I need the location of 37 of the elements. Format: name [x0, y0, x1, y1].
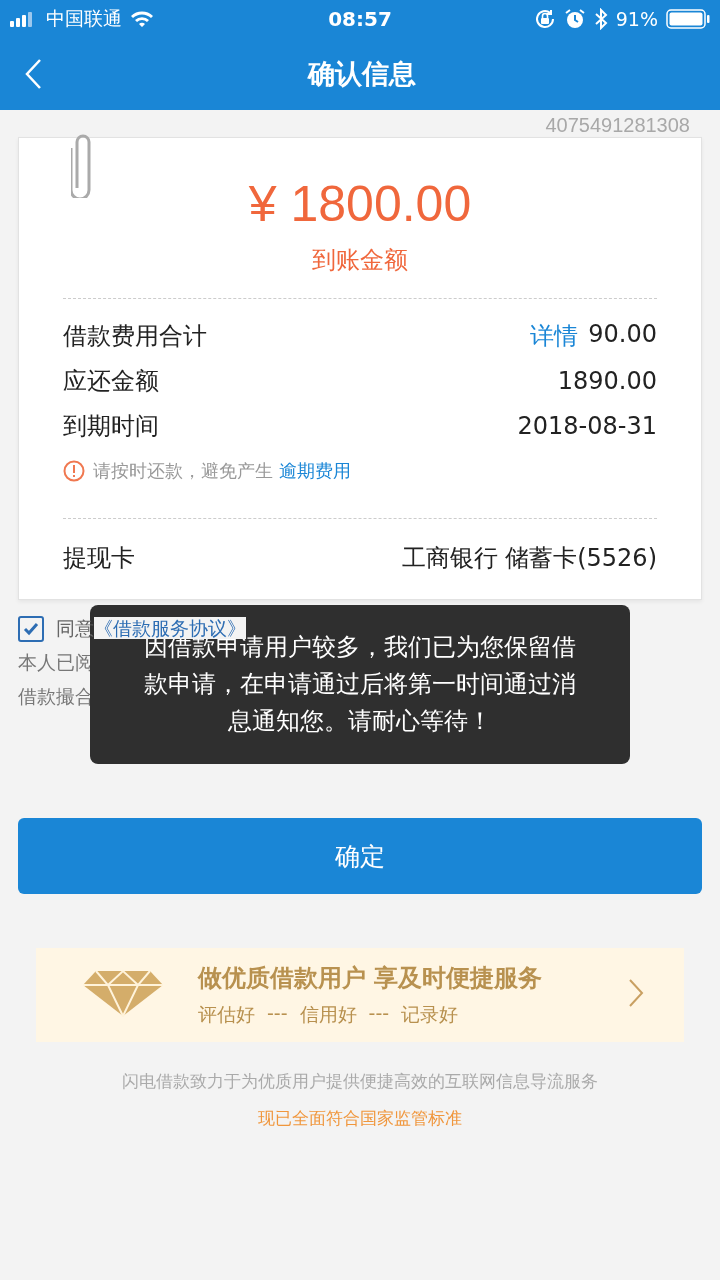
- checkmark-icon: [23, 622, 39, 636]
- banner-tag: 评估好: [198, 1002, 255, 1028]
- amount-value: ¥ 1800.00: [248, 176, 472, 232]
- footer-text: 闪电借款致力于为优质用户提供便捷高效的互联网信息导流服务: [121, 1070, 599, 1093]
- back-button[interactable]: [24, 58, 42, 90]
- wifi-icon: [130, 10, 154, 28]
- promo-banner[interactable]: 做优质借款用户 享及时便捷服务 评估好 --- 信用好 --- 记录好: [36, 948, 684, 1042]
- amount-label: 到账金额: [311, 245, 409, 276]
- row-label: 到期时间: [63, 410, 159, 442]
- row-label: 应还金额: [63, 365, 159, 397]
- battery-percent: 91%: [615, 8, 658, 30]
- banner-tag: 信用好: [299, 1002, 357, 1028]
- checkbox[interactable]: [18, 616, 44, 642]
- row-value: 90.00: [588, 319, 657, 350]
- page-title: 确认信息: [308, 57, 416, 91]
- alarm-icon: [563, 8, 586, 30]
- clock-time: 08:57: [328, 7, 392, 31]
- notice-text: 请按时还款，避免产生 逾期费用: [93, 459, 351, 483]
- separator-text: ---: [368, 1002, 390, 1026]
- footer-highlight: 现已全面符合国家监管标准: [257, 1107, 463, 1130]
- row-value: 1890.00: [557, 366, 657, 395]
- serial-number: 4075491281308: [545, 113, 690, 137]
- banner-tag: 记录好: [401, 1002, 459, 1028]
- bluetooth-icon: [593, 8, 608, 30]
- row-label: 借款费用合计: [63, 320, 207, 352]
- separator-text: ---: [267, 1002, 288, 1026]
- banner-title: 做优质借款用户 享及时便捷服务: [198, 963, 544, 994]
- row-value: 工商银行 储蓄卡(5526): [401, 543, 657, 574]
- row-label: 提现卡: [63, 543, 135, 574]
- confirm-button[interactable]: 确定: [18, 818, 702, 894]
- details-link[interactable]: 详情: [530, 319, 579, 352]
- rotation-lock-icon: [533, 8, 556, 30]
- row-value: 2018-08-31: [517, 411, 657, 440]
- carrier-name: 中国联通: [46, 6, 122, 31]
- overdue-fee-link[interactable]: 逾期费用: [278, 460, 351, 481]
- battery-icon: [666, 9, 710, 29]
- warning-icon: [63, 460, 85, 482]
